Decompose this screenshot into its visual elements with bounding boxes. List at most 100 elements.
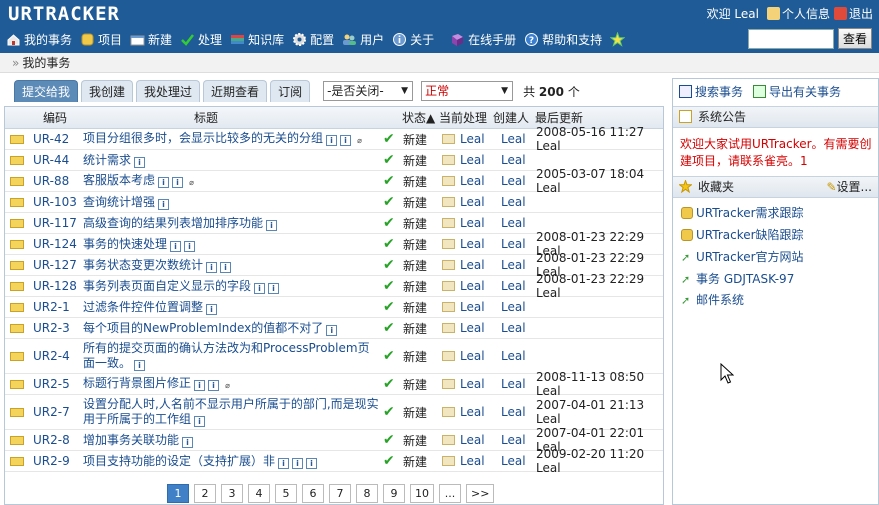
info-icon[interactable]: i xyxy=(266,219,278,231)
creator-link[interactable]: Leal xyxy=(501,234,526,254)
favorite-item[interactable]: ➚ 事务 GDJTASK-97 xyxy=(681,270,794,287)
info-icon[interactable]: i xyxy=(158,177,170,188)
creator-link[interactable]: Leal xyxy=(501,374,526,394)
task-code[interactable]: UR2-9 xyxy=(33,451,70,471)
info-icon[interactable]: i xyxy=(194,416,206,427)
assignee-link[interactable]: Leal xyxy=(442,430,485,450)
table-row[interactable]: UR2-3 每个项目的NewProblemIndex的值都不对了 i ✔ 新建 Leal L… xyxy=(5,318,663,339)
task-title[interactable]: 事务列表页面自定义显示的字段 i i xyxy=(83,279,280,294)
page-button-8[interactable]: 8 xyxy=(356,484,378,503)
task-title[interactable]: 项目支持功能的设定（支持扩展）非 i i i xyxy=(83,454,318,469)
info-icon[interactable]: i xyxy=(194,380,206,391)
task-code[interactable]: UR-44 xyxy=(33,150,69,170)
info-icon[interactable]: i xyxy=(326,135,338,146)
task-code[interactable]: UR2-5 xyxy=(33,374,70,394)
tab-processed-by-me[interactable]: 我处理过 xyxy=(136,80,201,102)
attachment-icon[interactable]: ⌀ xyxy=(222,381,233,392)
col-creator[interactable]: 创建人 xyxy=(493,107,529,129)
page-button-5[interactable]: 5 xyxy=(275,484,297,503)
logout-link[interactable]: 退出 xyxy=(833,5,873,22)
table-row[interactable]: UR2-7 设置分配人时,人名前不显示用户所属于的部门,而是现实用于所属于的工作组… xyxy=(5,395,663,430)
col-code[interactable]: 编码 xyxy=(43,107,67,129)
personal-info-link[interactable]: 个人信息 xyxy=(766,5,830,22)
task-title[interactable]: 每个项目的NewProblemIndex的值都不对了 i xyxy=(83,321,338,336)
page-button-6[interactable]: 6 xyxy=(302,484,324,503)
info-icon[interactable]: i xyxy=(134,360,146,371)
tab-created-by-me[interactable]: 我创建 xyxy=(81,80,134,102)
task-code[interactable]: UR-88 xyxy=(33,171,69,191)
col-title[interactable]: 标题 xyxy=(194,107,218,129)
info-icon[interactable]: i xyxy=(306,457,318,469)
creator-link[interactable]: Leal xyxy=(501,395,526,429)
nav-my-tasks[interactable]: 我的事务 xyxy=(6,31,72,48)
page-ellipsis-button[interactable]: ... xyxy=(439,484,461,503)
assignee-link[interactable]: Leal xyxy=(442,171,485,191)
nav-help-support[interactable]: ? 帮助和支持 xyxy=(524,31,602,48)
table-row[interactable]: UR-128 事务列表页面自定义显示的字段 i i ✔ 新建 Leal Leal 2008-01… xyxy=(5,272,663,300)
creator-link[interactable]: Leal xyxy=(501,171,526,191)
table-row[interactable]: UR2-5 标题行背景图片修正 i i ⌀ ✔ 新建 Leal Leal 2008-11-13 0… xyxy=(5,370,663,398)
task-code[interactable]: UR2-3 xyxy=(33,318,70,338)
closed-filter-select[interactable]: -是否关闭- ▼ xyxy=(323,81,414,101)
creator-link[interactable]: Leal xyxy=(501,213,526,233)
next-page-button[interactable]: >> xyxy=(466,484,495,503)
attachment-icon[interactable]: ⌀ xyxy=(186,178,197,189)
nav-new[interactable]: 新建 xyxy=(130,31,172,48)
task-code[interactable]: UR2-4 xyxy=(33,339,70,373)
table-row[interactable]: UR-88 客服版本考虑 i i ⌀ ✔ 新建 Leal Leal 2005-03-07 18:0… xyxy=(5,167,663,195)
page-button-3[interactable]: 3 xyxy=(221,484,243,503)
assignee-link[interactable]: Leal xyxy=(442,255,485,275)
assignee-link[interactable]: Leal xyxy=(442,129,485,149)
nav-star[interactable] xyxy=(609,31,628,47)
info-icon[interactable]: i xyxy=(340,135,352,146)
info-icon[interactable]: i xyxy=(134,156,146,168)
info-icon[interactable]: i xyxy=(208,380,220,391)
info-icon[interactable]: i xyxy=(292,457,304,469)
tab-subscriptions[interactable]: 订阅 xyxy=(270,80,311,102)
nav-knowledge-base[interactable]: 知识库 xyxy=(230,31,284,48)
favorites-settings-link[interactable]: ✎设置... xyxy=(826,177,872,198)
nav-process[interactable]: 处理 xyxy=(180,31,222,48)
col-status[interactable]: 状态▲ xyxy=(402,107,435,129)
nav-online-manual[interactable]: 在线手册 xyxy=(450,31,516,48)
table-row[interactable]: UR2-9 项目支持功能的设定（支持扩展）非 i i i ✔ 新建 Leal Leal 2009-… xyxy=(5,447,663,475)
task-title[interactable]: 统计需求 i xyxy=(83,153,146,168)
creator-link[interactable]: Leal xyxy=(501,255,526,275)
page-button-10[interactable]: 10 xyxy=(410,484,434,503)
task-title[interactable]: 所有的提交页面的确认方法改为和ProcessProblem页面一致。 i xyxy=(83,341,381,371)
page-button-1[interactable]: 1 xyxy=(167,484,189,503)
info-icon[interactable]: i xyxy=(206,303,218,315)
assignee-link[interactable]: Leal xyxy=(442,150,485,170)
page-button-2[interactable]: 2 xyxy=(194,484,216,503)
creator-link[interactable]: Leal xyxy=(501,192,526,212)
creator-link[interactable]: Leal xyxy=(501,451,526,471)
table-row[interactable]: UR-103 查询统计增强 i ✔ 新建 Leal Leal xyxy=(5,192,663,213)
status-filter-select[interactable]: 正常 ▼ xyxy=(421,81,514,101)
attachment-icon[interactable]: ⌀ xyxy=(354,136,365,147)
creator-link[interactable]: Leal xyxy=(501,318,526,338)
col-assignee[interactable]: 当前处理 xyxy=(439,107,487,129)
task-code[interactable]: UR-42 xyxy=(33,129,69,149)
info-icon[interactable]: i xyxy=(182,436,194,448)
creator-link[interactable]: Leal xyxy=(501,276,526,296)
assignee-link[interactable]: Leal xyxy=(442,234,485,254)
table-row[interactable]: UR-42 项目分组很多时，会显示比较多的无关的分组 i i ⌀ ✔ 新建 Leal Leal 2… xyxy=(5,125,663,153)
task-code[interactable]: UR-103 xyxy=(33,192,77,212)
creator-link[interactable]: Leal xyxy=(501,150,526,170)
task-code[interactable]: UR2-7 xyxy=(33,395,70,429)
assignee-link[interactable]: Leal xyxy=(442,213,485,233)
info-icon[interactable]: i xyxy=(268,282,280,294)
task-title[interactable]: 客服版本考虑 i i ⌀ xyxy=(83,173,197,189)
search-button[interactable]: 查看 xyxy=(838,28,872,49)
task-code[interactable]: UR-127 xyxy=(33,255,77,275)
export-tasks-link[interactable]: 导出有关事务 xyxy=(753,83,841,100)
task-code[interactable]: UR-117 xyxy=(33,213,77,233)
task-title[interactable]: 标题行背景图片修正 i i ⌀ xyxy=(83,376,233,392)
info-icon[interactable]: i xyxy=(254,282,266,294)
assignee-link[interactable]: Leal xyxy=(442,395,485,429)
favorite-item[interactable]: URTracker缺陷跟踪 xyxy=(681,226,804,243)
creator-link[interactable]: Leal xyxy=(501,339,526,373)
table-row[interactable]: UR2-4 所有的提交页面的确认方法改为和ProcessProblem页面一致。 i… xyxy=(5,339,663,374)
favorite-item[interactable]: ➚ 邮件系统 xyxy=(681,291,744,308)
search-input[interactable] xyxy=(748,29,834,49)
